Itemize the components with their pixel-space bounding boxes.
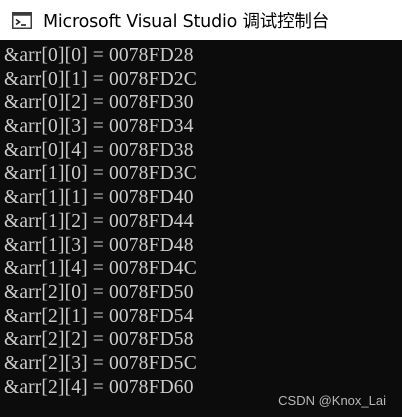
console-output[interactable]: &arr[0][0] = 0078FD28 &arr[0][1] = 0078FD… [0,44,402,417]
console-line: &arr[1][1] = 0078FD40 [4,187,194,209]
console-line: &arr[0][2] = 0078FD30 [4,92,194,114]
console-line: &arr[0][1] = 0078FD2C [4,68,197,90]
console-line: &arr[2][2] = 0078FD58 [4,329,194,351]
console-line: &arr[2][0] = 0078FD50 [4,281,194,303]
console-line: &arr[1][0] = 0078FD3C [4,163,197,185]
window-title: Microsoft Visual Studio 调试控制台 [43,11,330,32]
console-line: &arr[0][4] = 0078FD38 [4,139,194,161]
console-line: &arr[1][2] = 0078FD44 [4,210,194,232]
console-line: &arr[2][3] = 0078FD5C [4,352,197,374]
console-line: &arr[0][3] = 0078FD34 [4,116,194,138]
console-line: &arr[0][0] = 0078FD28 [4,45,194,66]
console-window: Microsoft Visual Studio 调试控制台 &arr[0][0]… [0,0,402,417]
console-line: &arr[1][3] = 0078FD48 [4,234,194,256]
console-line: &arr[2][1] = 0078FD54 [4,305,194,327]
console-line: &arr[1][4] = 0078FD4C [4,258,197,280]
console-app-icon [12,11,32,29]
title-bar[interactable]: Microsoft Visual Studio 调试控制台 [0,0,402,40]
watermark-text: CSDN @Knox_Lai [278,393,386,408]
